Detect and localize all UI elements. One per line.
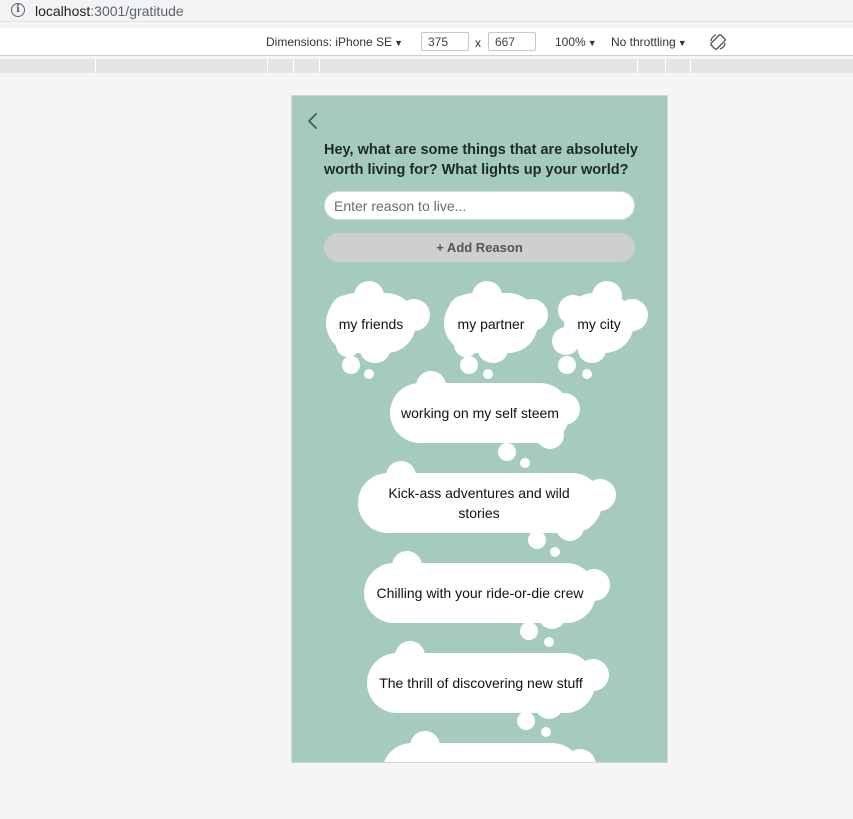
reason-bubble[interactable]: my friends bbox=[324, 281, 434, 381]
reason-text: Kick-ass adventures and wild stories bbox=[388, 485, 570, 521]
url-text[interactable]: localhost:3001/gratitude bbox=[35, 3, 184, 19]
reason-text: working on my self steem bbox=[401, 405, 559, 421]
reason-bubble[interactable]: my city bbox=[552, 281, 652, 381]
url-path: :3001/gratitude bbox=[90, 3, 184, 19]
chevron-down-icon: ▼ bbox=[587, 38, 597, 48]
viewport-height-input[interactable] bbox=[488, 32, 536, 51]
device-viewport: Hey, what are some things that are absol… bbox=[291, 95, 668, 763]
zoom-dropdown[interactable]: 100% ▼ bbox=[555, 35, 597, 49]
rotate-icon[interactable] bbox=[708, 32, 728, 52]
reason-bubble[interactable]: my partner bbox=[442, 281, 552, 381]
reason-text: my city bbox=[577, 316, 621, 332]
throttling-label: No throttling bbox=[611, 35, 676, 49]
reason-text: my friends bbox=[338, 316, 404, 332]
reason-bubble[interactable]: working on my self steem bbox=[388, 371, 588, 471]
reason-bubble[interactable] bbox=[380, 731, 600, 762]
throttling-dropdown[interactable]: No throttling ▼ bbox=[611, 35, 687, 49]
reason-text: The thrill of discovering new stuff bbox=[379, 675, 583, 691]
add-reason-button[interactable]: + Add Reason bbox=[324, 233, 635, 262]
chevron-down-icon: ▼ bbox=[677, 38, 687, 48]
info-icon[interactable]: i bbox=[11, 3, 25, 17]
browser-address-bar[interactable]: i localhost:3001/gratitude bbox=[0, 0, 853, 22]
reason-text: Chilling with your ride-or-die crew bbox=[376, 585, 584, 601]
reason-text bbox=[382, 753, 582, 762]
reason-text: my partner bbox=[457, 316, 525, 332]
chevron-down-icon: ▼ bbox=[394, 38, 403, 48]
zoom-label: 100% bbox=[555, 35, 586, 49]
dimensions-dropdown[interactable]: Dimensions: iPhone SE ▼ bbox=[266, 35, 403, 49]
reason-bubble[interactable]: Chilling with your ride-or-die crew bbox=[362, 551, 612, 651]
page-title: Hey, what are some things that are absol… bbox=[324, 142, 638, 178]
viewport-width-input[interactable] bbox=[421, 32, 469, 51]
media-query-ruler[interactable] bbox=[0, 59, 853, 73]
dimensions-label: Dimensions: iPhone SE bbox=[266, 35, 393, 49]
reason-input[interactable] bbox=[324, 191, 635, 220]
reason-bubble[interactable]: Kick-ass adventures and wild stories bbox=[356, 461, 618, 561]
url-host: localhost bbox=[35, 3, 91, 19]
back-arrow-icon[interactable] bbox=[306, 112, 320, 130]
device-toolbar: Dimensions: iPhone SE▼ x 100%▼ No thrott… bbox=[0, 28, 853, 56]
reason-bubble[interactable]: The thrill of discovering new stuff bbox=[365, 641, 615, 741]
times-separator: x bbox=[475, 36, 481, 50]
